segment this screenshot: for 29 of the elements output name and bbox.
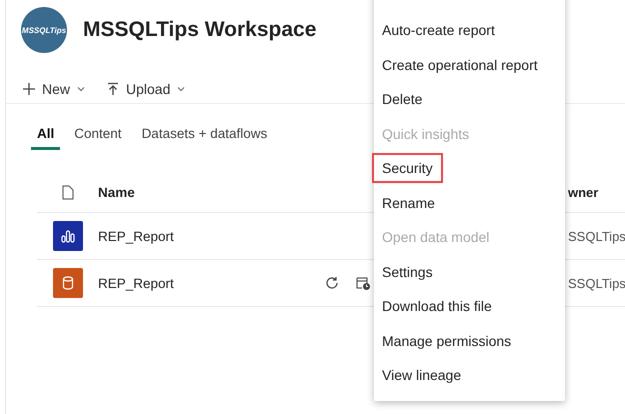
file-icon — [62, 184, 74, 200]
item-name[interactable]: REP_Report — [98, 228, 308, 244]
schedule-icon[interactable] — [356, 276, 371, 290]
caret-icon — [176, 84, 186, 92]
menu-item[interactable]: Security — [374, 151, 565, 186]
column-header[interactable]: Name — [98, 184, 135, 200]
menu-item[interactable]: Create operational report — [374, 48, 565, 82]
upload-icon — [106, 82, 120, 96]
tab[interactable]: All — [31, 126, 60, 150]
refresh-icon[interactable] — [325, 276, 339, 290]
item-name[interactable]: REP_Report — [98, 276, 308, 290]
menu-item[interactable]: Download this file — [374, 289, 565, 324]
tab[interactable]: Datasets + dataflows — [142, 126, 268, 150]
caret-icon — [76, 84, 86, 92]
menu-item[interactable]: Rename — [374, 186, 565, 220]
menu-item[interactable]: Auto-create report — [374, 13, 565, 48]
menu-item[interactable]: Settings — [374, 254, 565, 289]
menu-item[interactable]: View lineage — [374, 358, 565, 392]
column-header[interactable]: wner — [568, 184, 598, 200]
owner-cell: SSQLTips — [568, 228, 625, 244]
menu-item[interactable]: Delete — [374, 82, 565, 116]
workspace-logo: MSSQLTips — [21, 7, 67, 53]
toolbar-button[interactable]: Upload — [106, 80, 186, 96]
owner-cell: SSQLTips — [568, 276, 625, 290]
plus-icon — [22, 82, 36, 96]
toolbar-button[interactable]: New — [22, 80, 86, 96]
workspace-title: MSSQLTips Workspace — [83, 18, 316, 42]
menu-item[interactable]: Manage permissions — [374, 324, 565, 358]
tab[interactable]: Content — [74, 126, 122, 150]
